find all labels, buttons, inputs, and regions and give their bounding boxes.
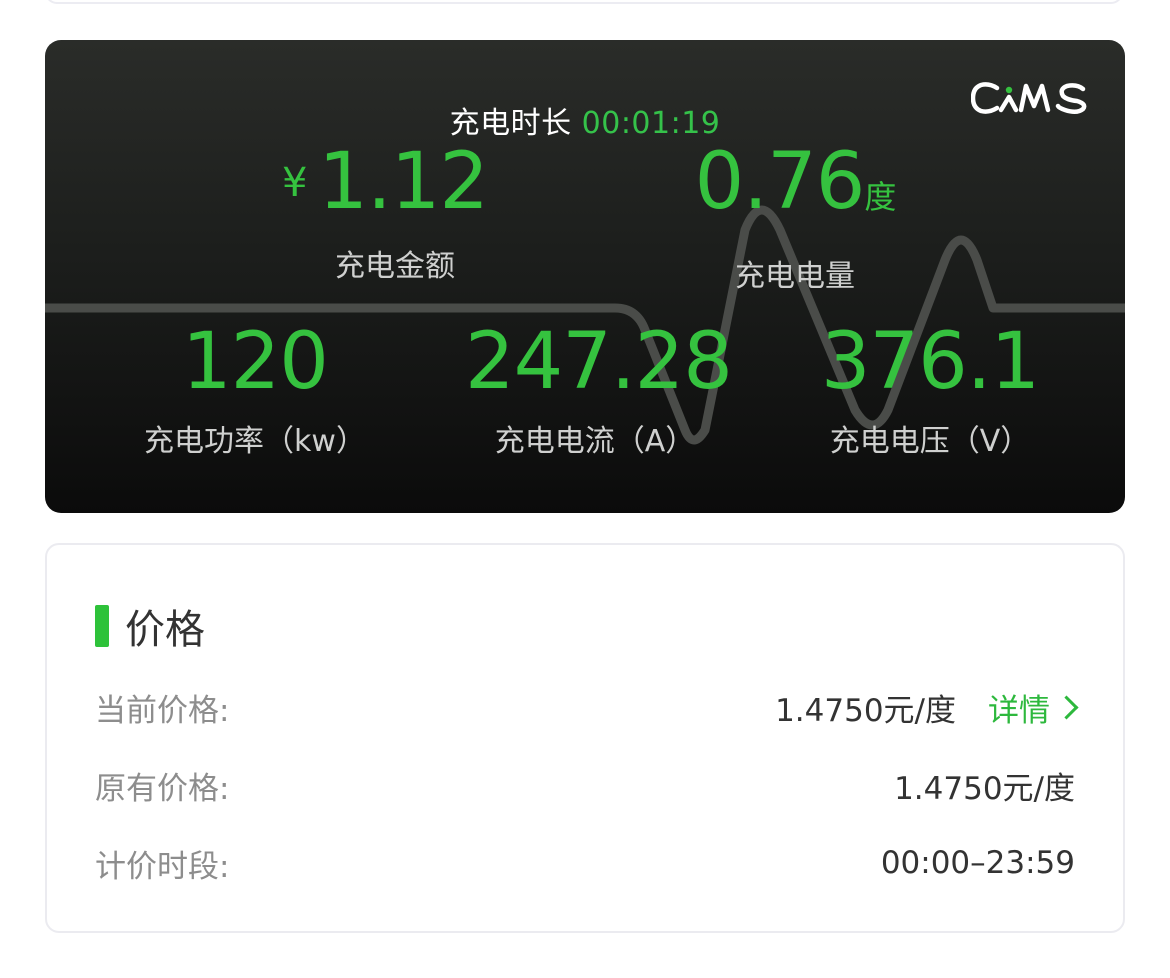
pricing-period-row: 计价时段: 00:00–23:59 xyxy=(95,843,1075,885)
charge-voltage-label: 充电电压（V） xyxy=(829,424,1031,459)
price-card: 价格 当前价格: 1.4750元/度 详情 原有价格: 1.4750元/度 计价… xyxy=(45,543,1125,933)
title-accent-bar xyxy=(95,605,109,647)
pricing-period-label: 计价时段: xyxy=(95,848,230,885)
metric-charge-current: 247.28 充电电流（A） xyxy=(465,317,733,460)
charge-current-label: 充电电流（A） xyxy=(494,424,696,459)
original-price-row: 原有价格: 1.4750元/度 xyxy=(95,765,1075,807)
currency-symbol: ¥ xyxy=(281,159,307,206)
previous-card-edge xyxy=(45,0,1123,4)
price-section-title: 价格 xyxy=(95,597,205,655)
current-price-label: 当前价格: xyxy=(95,692,230,729)
charging-status-panel: 充电时长 00:01:19 ¥1.12 充电金额 0.76度 充电电量 120 … xyxy=(45,40,1125,513)
charge-energy-unit: 度 xyxy=(864,178,896,216)
cams-logo xyxy=(971,82,1087,114)
charge-amount-label: 充电金额 xyxy=(335,248,455,284)
charge-voltage-value: 376.1 xyxy=(820,317,1040,407)
metric-charge-amount: ¥1.12 充电金额 xyxy=(275,142,495,285)
current-price-row: 当前价格: 1.4750元/度 详情 xyxy=(95,685,1079,730)
pricing-period-value: 00:00–23:59 xyxy=(880,845,1075,881)
charge-power-value: 120 xyxy=(182,317,329,407)
original-price-value: 1.4750元/度 xyxy=(894,770,1075,807)
charge-energy-label: 充电电量 xyxy=(735,259,855,294)
charge-energy-value: 0.76度 xyxy=(685,142,905,237)
price-title-text: 价格 xyxy=(125,607,205,653)
charge-current-value: 247.28 xyxy=(465,317,733,407)
metric-charge-power: 120 充电功率（kw） xyxy=(125,322,385,460)
metric-charge-voltage: 376.1 充电电压（V） xyxy=(800,322,1060,460)
metric-charge-energy: 0.76度 充电电量 xyxy=(685,142,905,295)
charge-amount-number: 1.12 xyxy=(318,137,489,227)
charging-duration: 充电时长 00:01:19 xyxy=(45,98,1125,142)
charge-energy-number: 0.76 xyxy=(694,137,866,227)
chevron-right-icon xyxy=(1054,694,1079,720)
duration-value: 00:01:19 xyxy=(581,106,721,141)
duration-label: 充电时长 xyxy=(449,106,572,141)
charge-power-label: 充电功率（kw） xyxy=(144,424,366,459)
current-price-value-wrap: 1.4750元/度 详情 xyxy=(775,685,1079,730)
price-detail-label: 详情 xyxy=(988,692,1050,729)
original-price-label: 原有价格: xyxy=(95,770,230,807)
price-detail-link[interactable]: 详情 xyxy=(988,685,1079,730)
charge-amount-value: ¥1.12 xyxy=(275,142,495,227)
current-price-value: 1.4750元/度 xyxy=(775,692,956,729)
